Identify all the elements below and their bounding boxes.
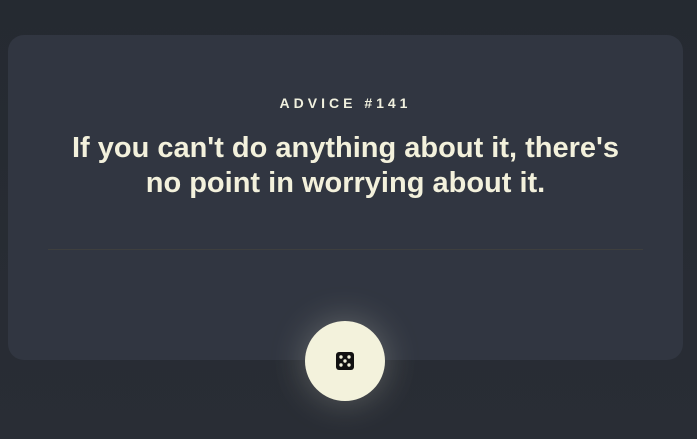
advice-label: ADVICE #141: [279, 95, 412, 111]
advice-quote: If you can't do anything about it, there…: [71, 132, 620, 199]
page-background: ADVICE #141 If you can't do anything abo…: [0, 0, 697, 439]
dice-icon: [336, 352, 354, 370]
random-advice-button[interactable]: [305, 321, 385, 401]
advice-card: ADVICE #141 If you can't do anything abo…: [8, 35, 683, 360]
divider: [48, 249, 643, 250]
